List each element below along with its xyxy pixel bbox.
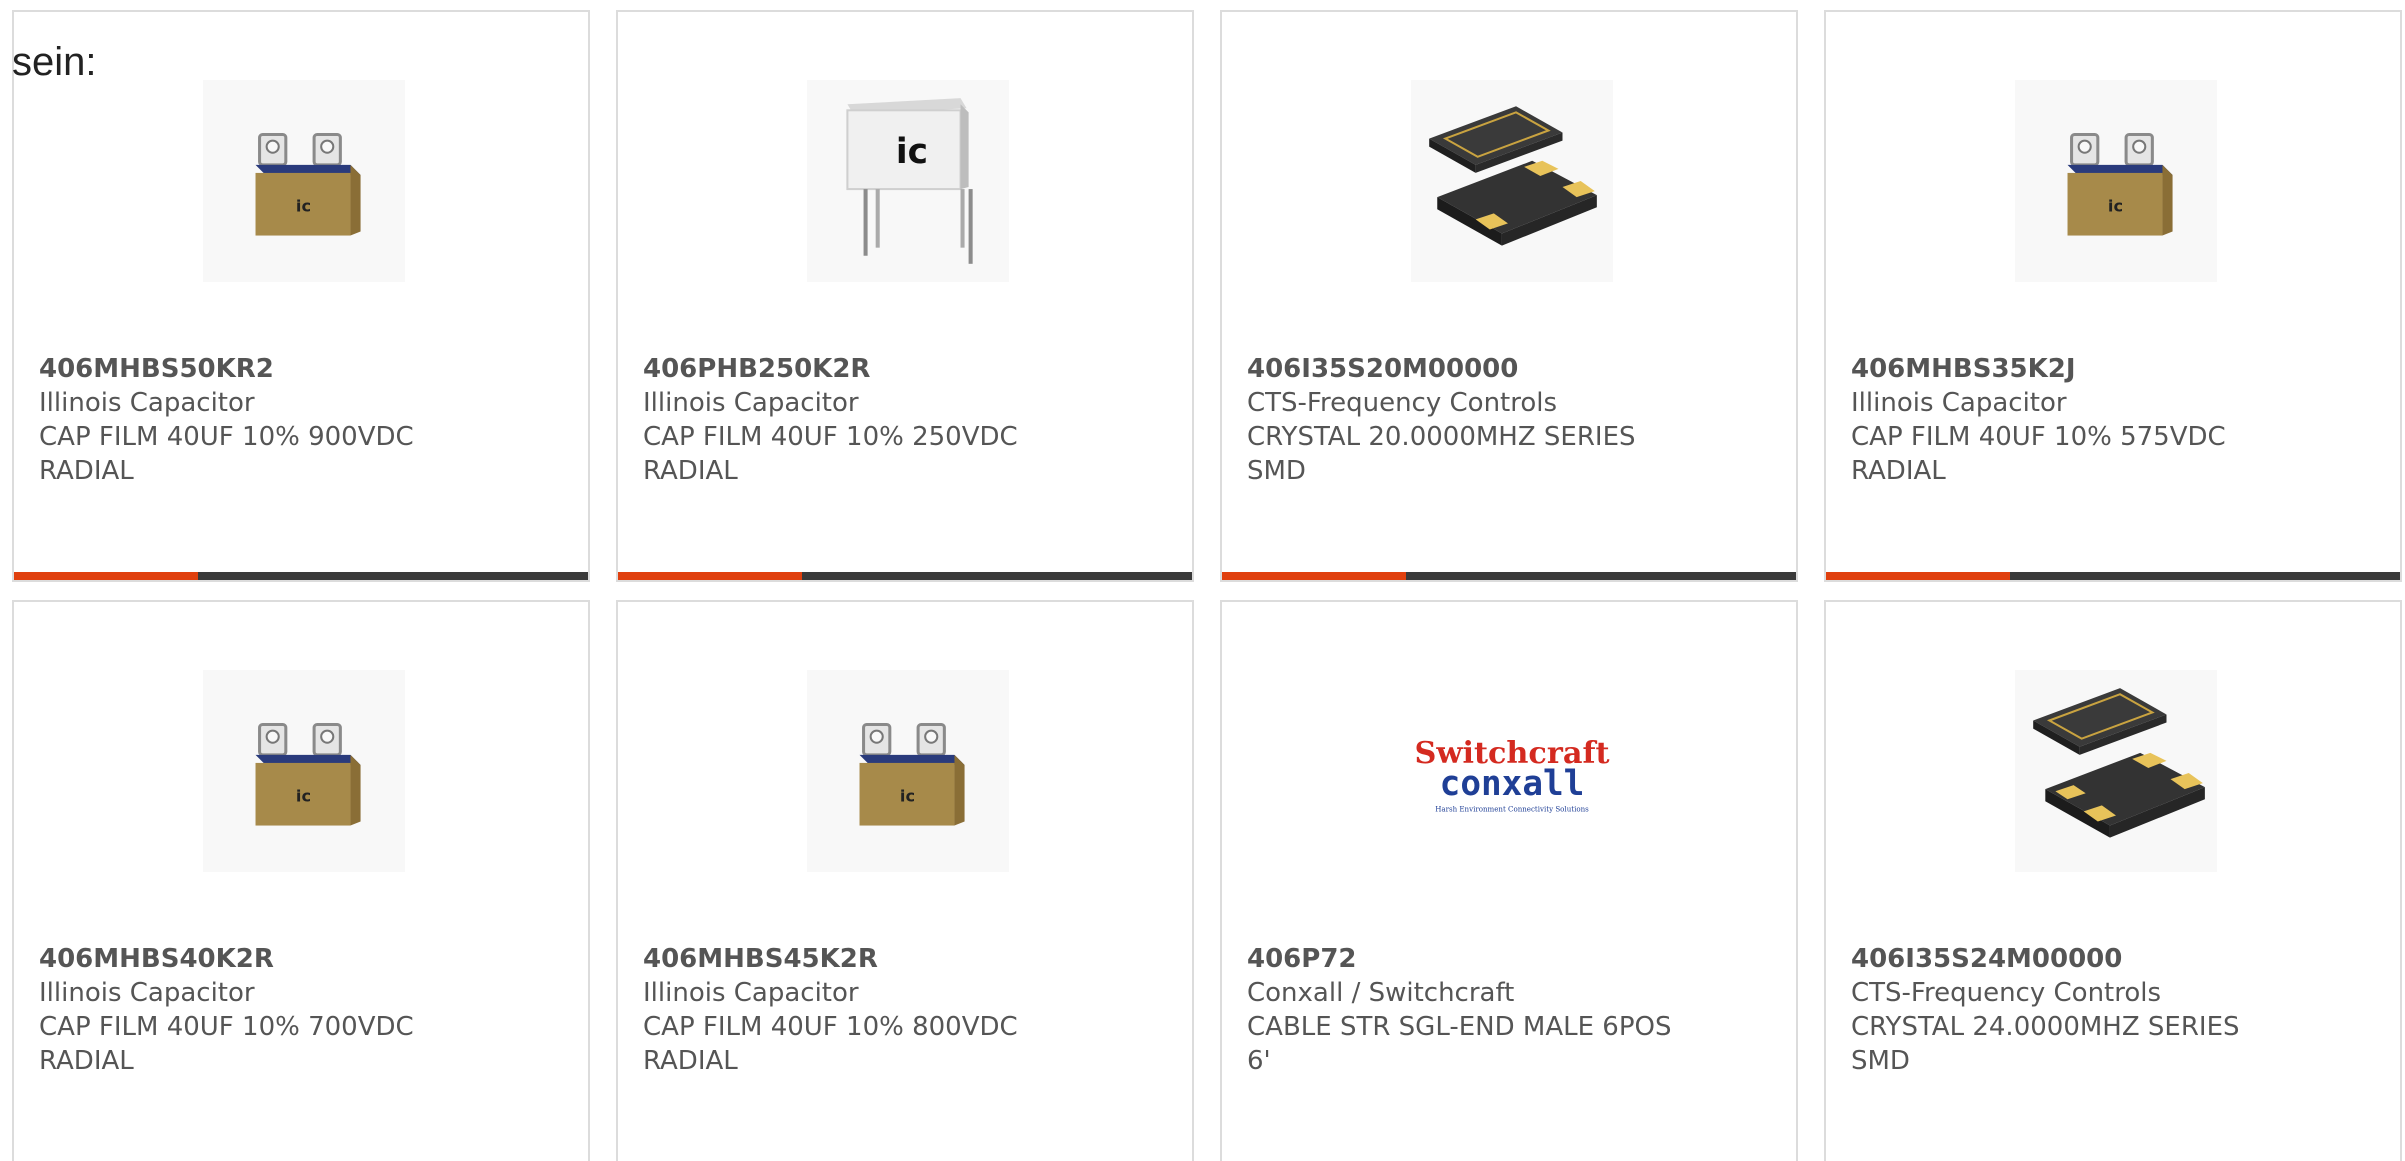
part-number[interactable]: 406P72 <box>1247 942 1777 976</box>
progress-bar <box>1826 572 2400 580</box>
product-card[interactable]: 406I35S24M00000 CTS-Frequency Controls C… <box>1824 600 2402 1161</box>
part-number[interactable]: 406MHBS35K2J <box>1851 352 2381 386</box>
smd-crystal-icon[interactable] <box>1411 80 1613 282</box>
product-description: CAP FILM 40UF 10% 575VDC RADIAL <box>1851 422 2226 486</box>
box-film-capacitor-icon[interactable]: ic <box>807 670 1009 872</box>
product-card[interactable]: ic 406MHBS45K2R Illinois Capacitor CAP F… <box>616 600 1194 1161</box>
part-number[interactable]: 406I35S24M00000 <box>1851 942 2381 976</box>
product-card[interactable]: ic 406PHB250K2R Illinois Capacitor CAP F… <box>616 10 1194 582</box>
product-description: CRYSTAL 20.0000MHZ SERIES SMD <box>1247 422 1636 486</box>
progress-bar <box>14 572 588 580</box>
svg-text:ic: ic <box>296 196 311 215</box>
product-card[interactable]: ic 406MHBS50KR2 Illinois Capacitor CAP F… <box>12 10 590 582</box>
manufacturer-name: Illinois Capacitor <box>39 388 255 418</box>
logo-tagline: Harsh Environment Connectivity Solutions <box>1435 804 1589 813</box>
progress-bar-fill <box>1826 572 2010 580</box>
box-film-capacitor-icon[interactable]: ic <box>2015 80 2217 282</box>
product-description: CAP FILM 40UF 10% 900VDC RADIAL <box>39 422 414 486</box>
progress-bar <box>1222 572 1796 580</box>
manufacturer-name: Illinois Capacitor <box>1851 388 2067 418</box>
manufacturer-name: CTS-Frequency Controls <box>1247 388 1558 418</box>
svg-text:ic: ic <box>296 786 311 805</box>
product-card[interactable]: ic 406MHBS35K2J Illinois Capacitor CAP F… <box>1824 10 2402 582</box>
manufacturer-name: CTS-Frequency Controls <box>1851 978 2162 1008</box>
svg-text:ic: ic <box>2108 196 2123 215</box>
product-description: CAP FILM 40UF 10% 800VDC RADIAL <box>643 1012 1018 1076</box>
product-card[interactable]: 406I35S20M00000 CTS-Frequency Controls C… <box>1220 10 1798 582</box>
part-number[interactable]: 406MHBS50KR2 <box>39 352 569 386</box>
svg-text:ic: ic <box>896 132 928 172</box>
progress-bar-fill <box>1222 572 1406 580</box>
box-film-capacitor-icon[interactable]: ic <box>203 670 405 872</box>
lead-text: sein: <box>12 40 97 84</box>
box-film-capacitor-icon[interactable]: ic <box>203 80 405 282</box>
manufacturer-name: Illinois Capacitor <box>643 388 859 418</box>
logo-line-conxall: conxall <box>1440 764 1585 804</box>
product-description: CABLE STR SGL-END MALE 6POS 6' <box>1247 1012 1672 1076</box>
progress-bar-fill <box>14 572 198 580</box>
product-card[interactable]: ic 406MHBS40K2R Illinois Capacitor CAP F… <box>12 600 590 1161</box>
progress-bar <box>618 572 1192 580</box>
manufacturer-name: Conxall / Switchcraft <box>1247 978 1515 1008</box>
svg-text:ic: ic <box>900 786 915 805</box>
product-description: CAP FILM 40UF 10% 250VDC RADIAL <box>643 422 1018 486</box>
part-number[interactable]: 406MHBS45K2R <box>643 942 1173 976</box>
part-number[interactable]: 406PHB250K2R <box>643 352 1173 386</box>
switchcraft-conxall-logo[interactable]: Switchcraft conxall Harsh Environment Co… <box>1411 670 1613 872</box>
white-film-capacitor-icon[interactable]: ic <box>807 80 1009 282</box>
part-number[interactable]: 406I35S20M00000 <box>1247 352 1777 386</box>
manufacturer-name: Illinois Capacitor <box>39 978 255 1008</box>
smd-crystal-icon[interactable] <box>2015 670 2217 872</box>
product-card[interactable]: Switchcraft conxall Harsh Environment Co… <box>1220 600 1798 1161</box>
product-description: CRYSTAL 24.0000MHZ SERIES SMD <box>1851 1012 2240 1076</box>
product-description: CAP FILM 40UF 10% 700VDC RADIAL <box>39 1012 414 1076</box>
progress-bar-fill <box>618 572 802 580</box>
part-number[interactable]: 406MHBS40K2R <box>39 942 569 976</box>
manufacturer-name: Illinois Capacitor <box>643 978 859 1008</box>
